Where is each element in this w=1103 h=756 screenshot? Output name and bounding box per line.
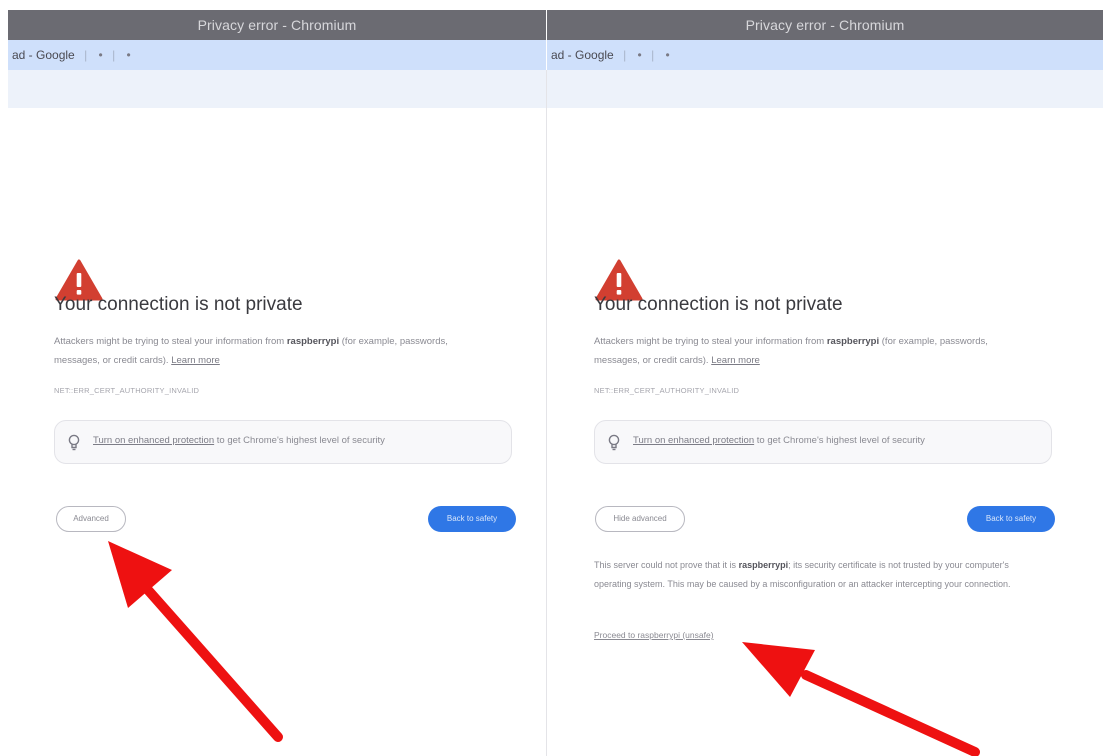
browser-toolbar: [8, 70, 546, 108]
tab-separator: |: [651, 48, 655, 62]
enhanced-protection-link[interactable]: Turn on enhanced protection: [633, 435, 754, 446]
window-title-bar: Privacy error - Chromium: [8, 10, 546, 40]
window-title: Privacy error - Chromium: [745, 17, 905, 33]
learn-more-link[interactable]: Learn more: [711, 355, 760, 366]
advanced-explanation-text: This server could not prove that it is r…: [594, 556, 1044, 594]
hide-advanced-button[interactable]: Hide advanced: [595, 506, 685, 532]
screenshot-stage: Privacy error - Chromium ad - Google | •…: [0, 0, 1103, 756]
tab-separator: |: [84, 48, 88, 62]
lightbulb-icon: [68, 434, 80, 451]
error-code: NET::ERR_CERT_AUTHORITY_INVALID: [54, 386, 200, 395]
interstitial-content: Your connection is not private Attackers…: [8, 108, 546, 756]
description-host: raspberrypi: [286, 336, 340, 347]
tab-label[interactable]: ad - Google: [12, 48, 75, 62]
enhanced-protection-box: Turn on enhanced protection to get Chrom…: [54, 420, 512, 464]
tab-separator: |: [623, 48, 627, 62]
tab-close-icon[interactable]: •: [127, 48, 131, 62]
page-heading: Your connection is not private: [594, 294, 843, 315]
advanced-explanation-host: raspberrypi: [738, 560, 789, 570]
enhanced-protection-link[interactable]: Turn on enhanced protection: [93, 435, 214, 446]
enhanced-protection-text: Turn on enhanced protection to get Chrom…: [93, 435, 385, 446]
window-title-bar: Privacy error - Chromium: [547, 10, 1103, 40]
tab-strip[interactable]: ad - Google | • | •: [8, 40, 546, 70]
lightbulb-icon: [608, 434, 620, 451]
enhanced-protection-suffix: to get Chrome's highest level of securit…: [754, 435, 925, 446]
description-host: raspberrypi: [826, 336, 880, 347]
enhanced-protection-text: Turn on enhanced protection to get Chrom…: [633, 435, 925, 446]
error-code: NET::ERR_CERT_AUTHORITY_INVALID: [594, 386, 740, 395]
tab-label[interactable]: ad - Google: [551, 48, 614, 62]
description-prefix: Attackers might be trying to steal your …: [594, 336, 827, 347]
tab-close-icon[interactable]: •: [99, 48, 103, 62]
learn-more-link[interactable]: Learn more: [171, 355, 220, 366]
browser-toolbar: [547, 70, 1103, 108]
advanced-button[interactable]: Advanced: [56, 506, 126, 532]
tab-close-icon[interactable]: •: [666, 48, 670, 62]
page-heading: Your connection is not private: [54, 294, 303, 315]
enhanced-protection-suffix: to get Chrome's highest level of securit…: [214, 435, 385, 446]
proceed-unsafe-link[interactable]: Proceed to raspberrypi (unsafe): [594, 630, 714, 640]
tab-close-icon[interactable]: •: [638, 48, 642, 62]
description-prefix: Attackers might be trying to steal your …: [54, 336, 287, 347]
tab-separator: |: [112, 48, 116, 62]
interstitial-content: Your connection is not private Attackers…: [547, 108, 1103, 756]
left-browser-panel: Privacy error - Chromium ad - Google | •…: [8, 0, 546, 756]
back-to-safety-button[interactable]: Back to safety: [428, 506, 516, 532]
right-browser-panel: Privacy error - Chromium ad - Google | •…: [547, 0, 1103, 756]
description-text: Attackers might be trying to steal your …: [594, 332, 1024, 370]
advanced-explanation-prefix: This server could not prove that it is: [594, 560, 739, 570]
tab-strip[interactable]: ad - Google | • | •: [547, 40, 1103, 70]
window-title: Privacy error - Chromium: [197, 17, 357, 33]
back-to-safety-button[interactable]: Back to safety: [967, 506, 1055, 532]
description-text: Attackers might be trying to steal your …: [54, 332, 484, 370]
enhanced-protection-box: Turn on enhanced protection to get Chrom…: [594, 420, 1052, 464]
